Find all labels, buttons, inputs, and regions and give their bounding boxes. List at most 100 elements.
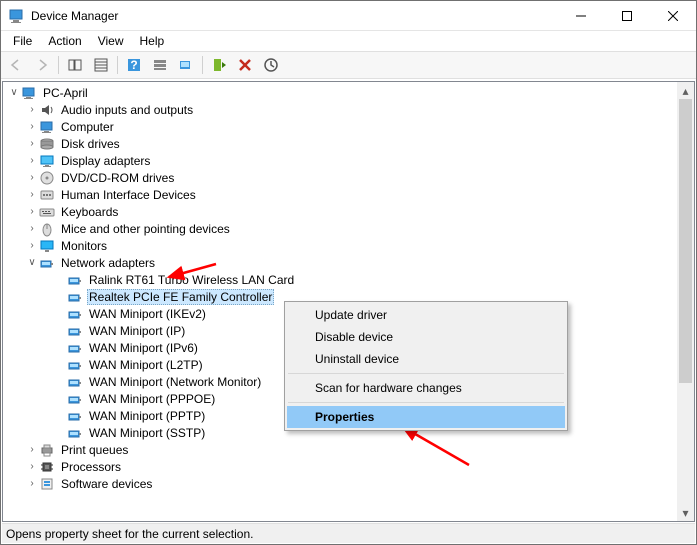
expander-icon[interactable]: › xyxy=(25,478,39,489)
uninstall-button[interactable] xyxy=(233,54,257,76)
tree-node-cat-9[interactable]: ∨ Network adapters xyxy=(3,254,677,271)
tree-node-label: Print queues xyxy=(59,443,130,457)
close-button[interactable] xyxy=(650,1,696,31)
svg-text:?: ? xyxy=(130,58,137,72)
hid-icon xyxy=(39,187,55,203)
tree-node-after-0[interactable]: › Print queues xyxy=(3,441,677,458)
tree-node-label: WAN Miniport (SSTP) xyxy=(87,426,207,440)
tree-node-label: Display adapters xyxy=(59,154,152,168)
network-icon xyxy=(67,289,83,305)
expander-icon[interactable]: ∨ xyxy=(7,87,21,98)
tree-node-root[interactable]: ∨ PC-April xyxy=(3,84,677,101)
scroll-thumb[interactable] xyxy=(679,99,692,383)
tree-node-cat-4[interactable]: › DVD/CD-ROM drives xyxy=(3,169,677,186)
tree-node-label: WAN Miniport (Network Monitor) xyxy=(87,375,263,389)
network-icon xyxy=(67,323,83,339)
tree-node-after-1[interactable]: › Processors xyxy=(3,458,677,475)
minimize-button[interactable] xyxy=(558,1,604,31)
tree-node-label: Ralink RT61 Turbo Wireless LAN Card xyxy=(87,273,296,287)
tree-node-label: WAN Miniport (IKEv2) xyxy=(87,307,208,321)
tree-node-label: Audio inputs and outputs xyxy=(59,103,195,117)
network-icon xyxy=(67,306,83,322)
tree-node-cat-3[interactable]: › Display adapters xyxy=(3,152,677,169)
expander-icon[interactable]: › xyxy=(25,444,39,455)
network-icon xyxy=(67,357,83,373)
vertical-scrollbar[interactable]: ▴ ▾ xyxy=(677,82,694,521)
scroll-track[interactable] xyxy=(677,99,694,504)
tree-node-label: Monitors xyxy=(59,239,109,253)
context-menu-item[interactable]: Update driver xyxy=(287,304,565,326)
tree-node-cat-6[interactable]: ›Keyboards xyxy=(3,203,677,220)
properties-button[interactable] xyxy=(89,54,113,76)
toolbar-separator xyxy=(202,56,203,74)
expander-icon[interactable]: ∨ xyxy=(25,257,39,268)
tree-node-cat-5[interactable]: › Human Interface Devices xyxy=(3,186,677,203)
tree-node-cat-0[interactable]: › Audio inputs and outputs xyxy=(3,101,677,118)
tree-node-net-0[interactable]: Ralink RT61 Turbo Wireless LAN Card xyxy=(3,271,677,288)
help-button[interactable]: ? xyxy=(122,54,146,76)
menu-action[interactable]: Action xyxy=(40,32,89,50)
scan-button[interactable] xyxy=(174,54,198,76)
context-menu-item[interactable]: Scan for hardware changes xyxy=(287,377,565,399)
toolbar-separator xyxy=(58,56,59,74)
statusbar-text: Opens property sheet for the current sel… xyxy=(6,527,253,541)
context-menu-separator xyxy=(288,373,564,374)
tree-node-cat-2[interactable]: ›Disk drives xyxy=(3,135,677,152)
expander-icon[interactable]: › xyxy=(25,121,39,132)
forward-button[interactable] xyxy=(30,54,54,76)
menu-help[interactable]: Help xyxy=(132,32,173,50)
context-menu-item[interactable]: Disable device xyxy=(287,326,565,348)
context-menu: Update driverDisable deviceUninstall dev… xyxy=(284,301,568,431)
toolbar-separator xyxy=(117,56,118,74)
tree-node-label: PC-April xyxy=(41,86,90,100)
network-icon xyxy=(39,255,55,271)
scroll-down-button[interactable]: ▾ xyxy=(677,504,694,521)
back-button[interactable] xyxy=(4,54,28,76)
expander-icon[interactable]: › xyxy=(25,240,39,251)
show-hide-button[interactable] xyxy=(63,54,87,76)
expander-icon[interactable]: › xyxy=(25,138,39,149)
network-icon xyxy=(67,425,83,441)
network-icon xyxy=(67,391,83,407)
update-button[interactable] xyxy=(259,54,283,76)
menu-view[interactable]: View xyxy=(90,32,132,50)
scroll-up-button[interactable]: ▴ xyxy=(677,82,694,99)
tree-node-label: Computer xyxy=(59,120,116,134)
tree-node-cat-7[interactable]: ›Mice and other pointing devices xyxy=(3,220,677,237)
keyboard-icon xyxy=(39,204,55,220)
tree-node-label: Processors xyxy=(59,460,123,474)
tree-node-label: Human Interface Devices xyxy=(59,188,198,202)
tree-node-cat-1[interactable]: › Computer xyxy=(3,118,677,135)
tree-node-cat-8[interactable]: › Monitors xyxy=(3,237,677,254)
expander-icon[interactable]: › xyxy=(25,461,39,472)
maximize-button[interactable] xyxy=(604,1,650,31)
expander-icon[interactable]: › xyxy=(25,223,39,234)
titlebar: Device Manager xyxy=(1,1,696,31)
context-menu-item[interactable]: Uninstall device xyxy=(287,348,565,370)
statusbar: Opens property sheet for the current sel… xyxy=(2,523,695,543)
context-menu-separator xyxy=(288,402,564,403)
tree-node-label: DVD/CD-ROM drives xyxy=(59,171,176,185)
computer-icon xyxy=(39,119,55,135)
context-menu-item[interactable]: Properties xyxy=(287,406,565,428)
tree-node-label: WAN Miniport (PPPOE) xyxy=(87,392,217,406)
menu-file[interactable]: File xyxy=(5,32,40,50)
expander-icon[interactable]: › xyxy=(25,104,39,115)
software-icon xyxy=(39,476,55,492)
expander-icon[interactable]: › xyxy=(25,155,39,166)
expander-icon[interactable]: › xyxy=(25,189,39,200)
enable-button[interactable] xyxy=(207,54,231,76)
tree-node-label: WAN Miniport (L2TP) xyxy=(87,358,205,372)
monitor-icon xyxy=(39,238,55,254)
tree-node-after-2[interactable]: ›Software devices xyxy=(3,475,677,492)
processor-icon xyxy=(39,459,55,475)
view-button[interactable] xyxy=(148,54,172,76)
computer-icon xyxy=(21,85,37,101)
menubar: File Action View Help xyxy=(1,31,696,51)
toolbar: ? xyxy=(1,51,696,79)
disk-icon xyxy=(39,136,55,152)
tree-node-label: Network adapters xyxy=(59,256,157,270)
network-icon xyxy=(67,340,83,356)
expander-icon[interactable]: › xyxy=(25,172,39,183)
expander-icon[interactable]: › xyxy=(25,206,39,217)
